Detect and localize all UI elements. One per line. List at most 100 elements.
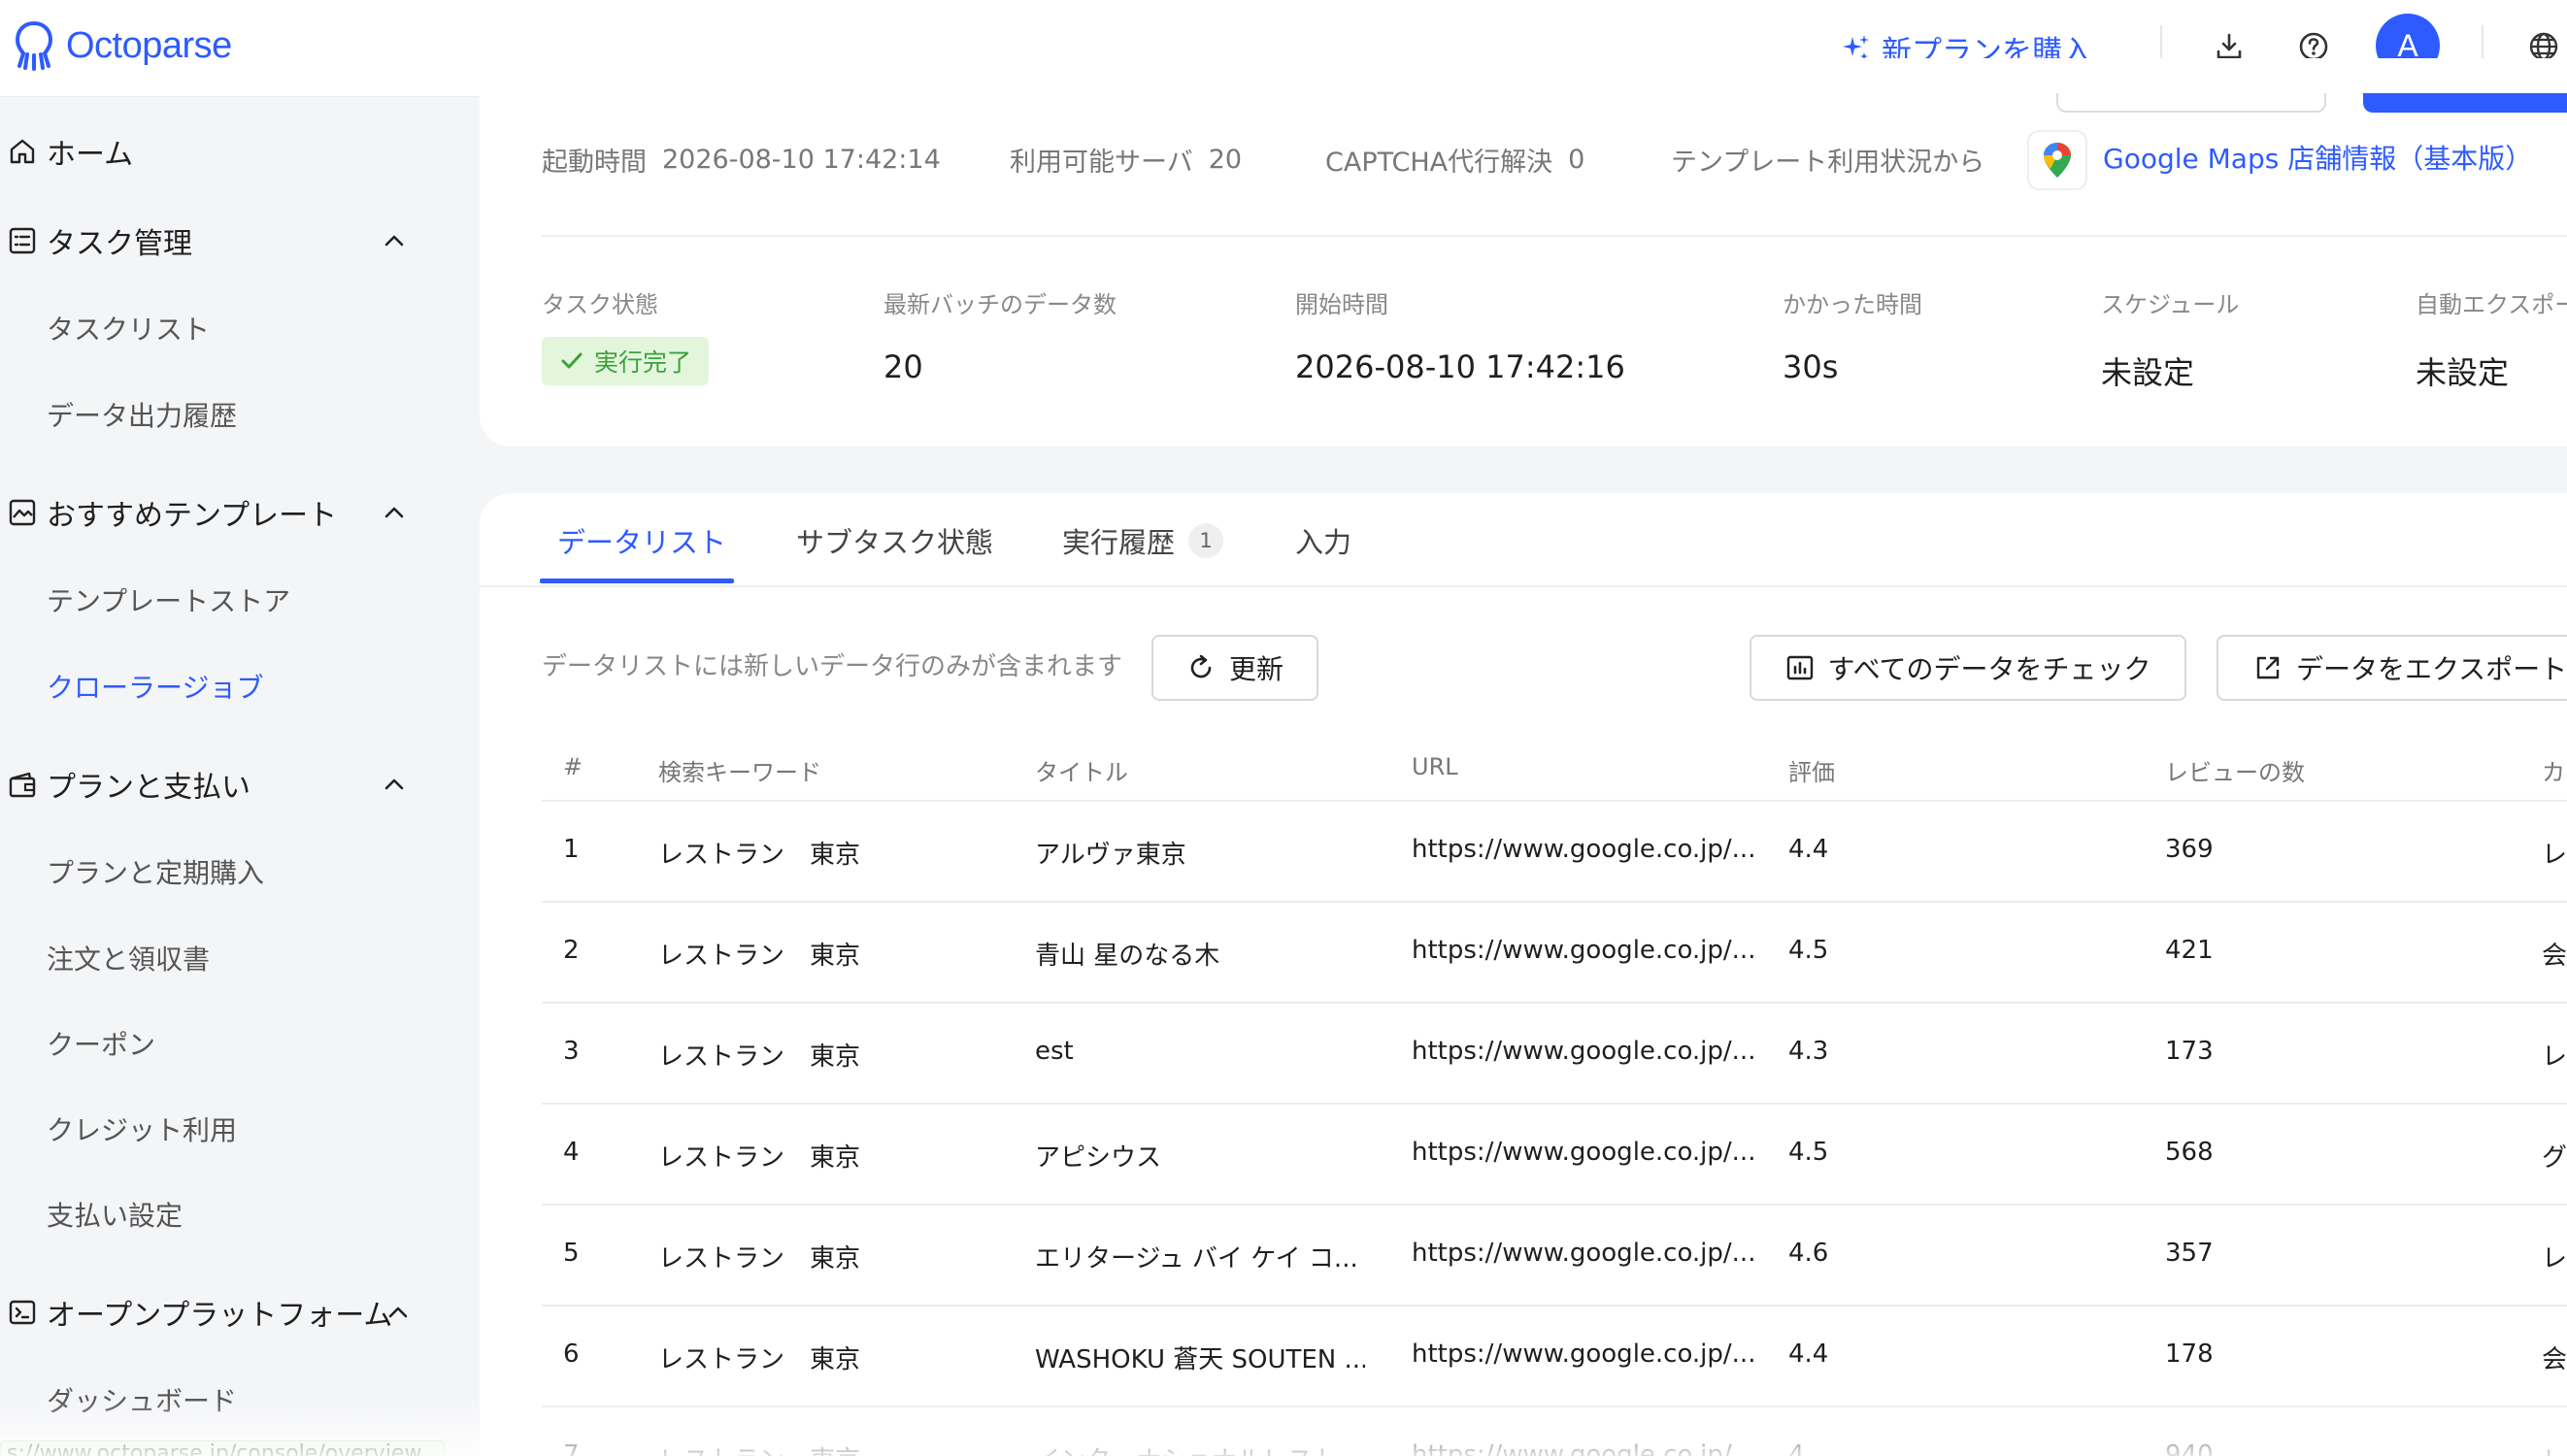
sidebar-item-home[interactable]: ホーム <box>0 122 478 181</box>
cell-rating: 4.3 <box>1788 1037 1829 1066</box>
cell-review-count: 178 <box>2165 1340 2214 1369</box>
header-secondary-button[interactable] <box>2056 93 2326 113</box>
column-header-url: URL <box>1412 753 1458 780</box>
sidebar-item-template-store[interactable]: テンプレートストア <box>47 573 290 627</box>
cell-keyword: レストラン 東京 <box>658 942 861 971</box>
table-row[interactable]: 2 レストラン 東京 青山 星のなる木 https://www.google.c… <box>542 903 2567 1004</box>
sidebar-item-coupons[interactable]: クーポン <box>47 1016 155 1071</box>
brand-logo[interactable]: Octoparse <box>10 17 232 74</box>
sidebar-item-payment-settings[interactable]: 支払い設定 <box>47 1187 183 1241</box>
cell-title: アルヴァ東京 <box>1035 841 1186 870</box>
export-icon <box>2256 656 2280 679</box>
active-tab-indicator <box>540 579 734 583</box>
cell-url[interactable]: https://www.google.co.jp/... <box>1412 1340 1755 1369</box>
cell-rating: 4.5 <box>1788 1138 1829 1167</box>
sidebar-group-billing[interactable]: プランと支払い <box>0 755 478 813</box>
column-header-index: # <box>563 753 583 780</box>
cell-keyword: レストラン 東京 <box>658 1042 861 1072</box>
template-link[interactable]: Google Maps 店舗情報（基本版） <box>2103 138 2532 177</box>
meta-captcha: CAPTCHA代行解決 0 <box>1325 138 1584 181</box>
tab-subtask-status[interactable]: サブタスク状態 <box>796 500 993 581</box>
cell-keyword: レストラン 東京 <box>658 1143 861 1173</box>
stat-start-time: 開始時間 2026-08-10 17:42:16 <box>1295 285 1625 385</box>
stat-task-status: タスク状態 実行完了 <box>542 285 710 385</box>
chart-icon <box>1786 655 1813 680</box>
chevron-up-icon <box>384 507 404 518</box>
stat-label: 自動エクスポート <box>2416 291 2567 318</box>
table-row[interactable]: 7 レストラン 東京 インターナショナルレスト... https://www.g… <box>542 1407 2567 1456</box>
stat-value: 20 <box>883 348 923 385</box>
sidebar-item-orders-receipts[interactable]: 注文と領収書 <box>47 931 210 985</box>
cell-rating: 4.5 <box>1788 936 1829 965</box>
chevron-up-icon <box>384 235 404 247</box>
meta-template-source: テンプレート利用状況から <box>1671 138 1984 181</box>
cell-index: 7 <box>563 1440 580 1456</box>
brand-name: Octoparse <box>66 24 232 66</box>
sidebar-group-templates[interactable]: おすすめテンプレート <box>0 483 478 542</box>
tab-data-list[interactable]: データリスト <box>557 500 726 581</box>
cell-url[interactable]: https://www.google.co.jp/... <box>1412 1239 1755 1268</box>
cell-url[interactable]: https://www.google.co.jp/... <box>1412 1138 1755 1167</box>
meta-label: CAPTCHA代行解決 <box>1325 147 1553 178</box>
cell-url[interactable]: https://www.google.co.jp/... <box>1412 1037 1755 1066</box>
map-pin-glyph <box>2044 143 2071 178</box>
sidebar-item-label: ホーム <box>47 138 134 172</box>
cell-review-count: 357 <box>2165 1239 2214 1268</box>
cell-title: WASHOKU 蒼天 SOUTEN ... <box>1035 1345 1365 1374</box>
sidebar-item-export-history[interactable]: データ出力履歴 <box>47 387 237 442</box>
table-row[interactable]: 3 レストラン 東京 est https://www.google.co.jp/… <box>542 1004 2567 1105</box>
cell-title: est <box>1035 1037 1074 1066</box>
cell-title: エリタージュ バイ ケイ コ... <box>1035 1244 1358 1274</box>
cell-keyword: レストラン 東京 <box>658 841 861 870</box>
tabs-divider <box>480 585 2567 587</box>
sidebar-group-task-management[interactable]: タスク管理 <box>0 212 478 270</box>
sidebar-item-task-list[interactable]: タスクリスト <box>47 301 210 355</box>
check-all-data-button[interactable]: すべてのデータをチェック <box>1750 635 2186 701</box>
export-label: データをエクスポート <box>2296 653 2567 685</box>
home-icon <box>8 137 37 166</box>
task-list-icon <box>8 226 37 255</box>
template-icon <box>8 498 37 527</box>
cell-url[interactable]: https://www.google.co.jp/... <box>1412 936 1755 965</box>
cell-url[interactable]: https://www.google.co.jp/... <box>1412 835 1755 864</box>
tab-count-badge: 1 <box>1188 523 1224 558</box>
meta-value: 0 <box>1568 144 1585 175</box>
tab-run-history[interactable]: 実行履歴 1 <box>1062 500 1224 581</box>
meta-value: 20 <box>1208 144 1243 175</box>
stat-label: スケジュール <box>2101 291 2240 318</box>
sidebar-item-dashboard[interactable]: ダッシュボード <box>47 1373 237 1427</box>
task-summary-card <box>480 58 2567 447</box>
stat-value: 2026-08-10 17:42:16 <box>1295 348 1625 385</box>
table-row[interactable]: 1 レストラン 東京 アルヴァ東京 https://www.google.co.… <box>542 802 2567 903</box>
table-row[interactable]: 4 レストラン 東京 アピシウス https://www.google.co.j… <box>542 1105 2567 1206</box>
export-data-button[interactable]: データをエクスポート <box>2217 635 2567 701</box>
check-all-label: すべてのデータをチェック <box>1827 653 2151 685</box>
refresh-button[interactable]: 更新 <box>1151 635 1318 701</box>
table-row[interactable]: 6 レストラン 東京 WASHOKU 蒼天 SOUTEN ... https:/… <box>542 1307 2567 1407</box>
link-status-url: s://www.octoparse.jp/console/overview <box>0 1440 445 1456</box>
sidebar-item-credit-usage[interactable]: クレジット利用 <box>47 1102 237 1156</box>
cell-url[interactable]: https://www.google.co.jp/... <box>1412 1440 1755 1456</box>
cell-title: インターナショナルレスト... <box>1035 1440 1365 1456</box>
sidebar-item-crawler-jobs[interactable]: クローラージョブ <box>47 659 263 713</box>
table-row[interactable]: 5 レストラン 東京 エリタージュ バイ ケイ コ... https://www… <box>542 1206 2567 1307</box>
header-primary-button[interactable] <box>2363 93 2567 113</box>
cell-keyword: レストラン 東京 <box>658 1345 861 1374</box>
stat-label: かかった時間 <box>1783 291 1922 318</box>
refresh-label: 更新 <box>1228 653 1284 685</box>
sidebar-item-plan-subscription[interactable]: プランと定期購入 <box>47 844 264 899</box>
stat-label: 最新バッチのデータ数 <box>883 291 1117 318</box>
cell-index: 6 <box>563 1340 580 1369</box>
status-badge-label: 実行完了 <box>594 348 692 377</box>
meta-label: 起動時間 <box>542 147 647 178</box>
meta-start-time: 起動時間 2026-08-10 17:42:14 <box>542 138 941 181</box>
tab-input[interactable]: 入力 <box>1295 500 1351 581</box>
stat-label: 開始時間 <box>1295 291 1388 318</box>
meta-servers: 利用可能サーバ 20 <box>1010 138 1242 181</box>
stat-latest-batch: 最新バッチのデータ数 20 <box>883 285 1117 385</box>
sidebar-group-label: おすすめテンプレート <box>47 499 338 533</box>
meta-label: テンプレート利用状況から <box>1671 147 1985 178</box>
column-header-title: タイトル <box>1035 759 1128 786</box>
stat-schedule: スケジュール 未設定 <box>2101 285 2239 393</box>
sidebar-group-open-platform[interactable]: オープンプラットフォーム <box>0 1283 478 1341</box>
